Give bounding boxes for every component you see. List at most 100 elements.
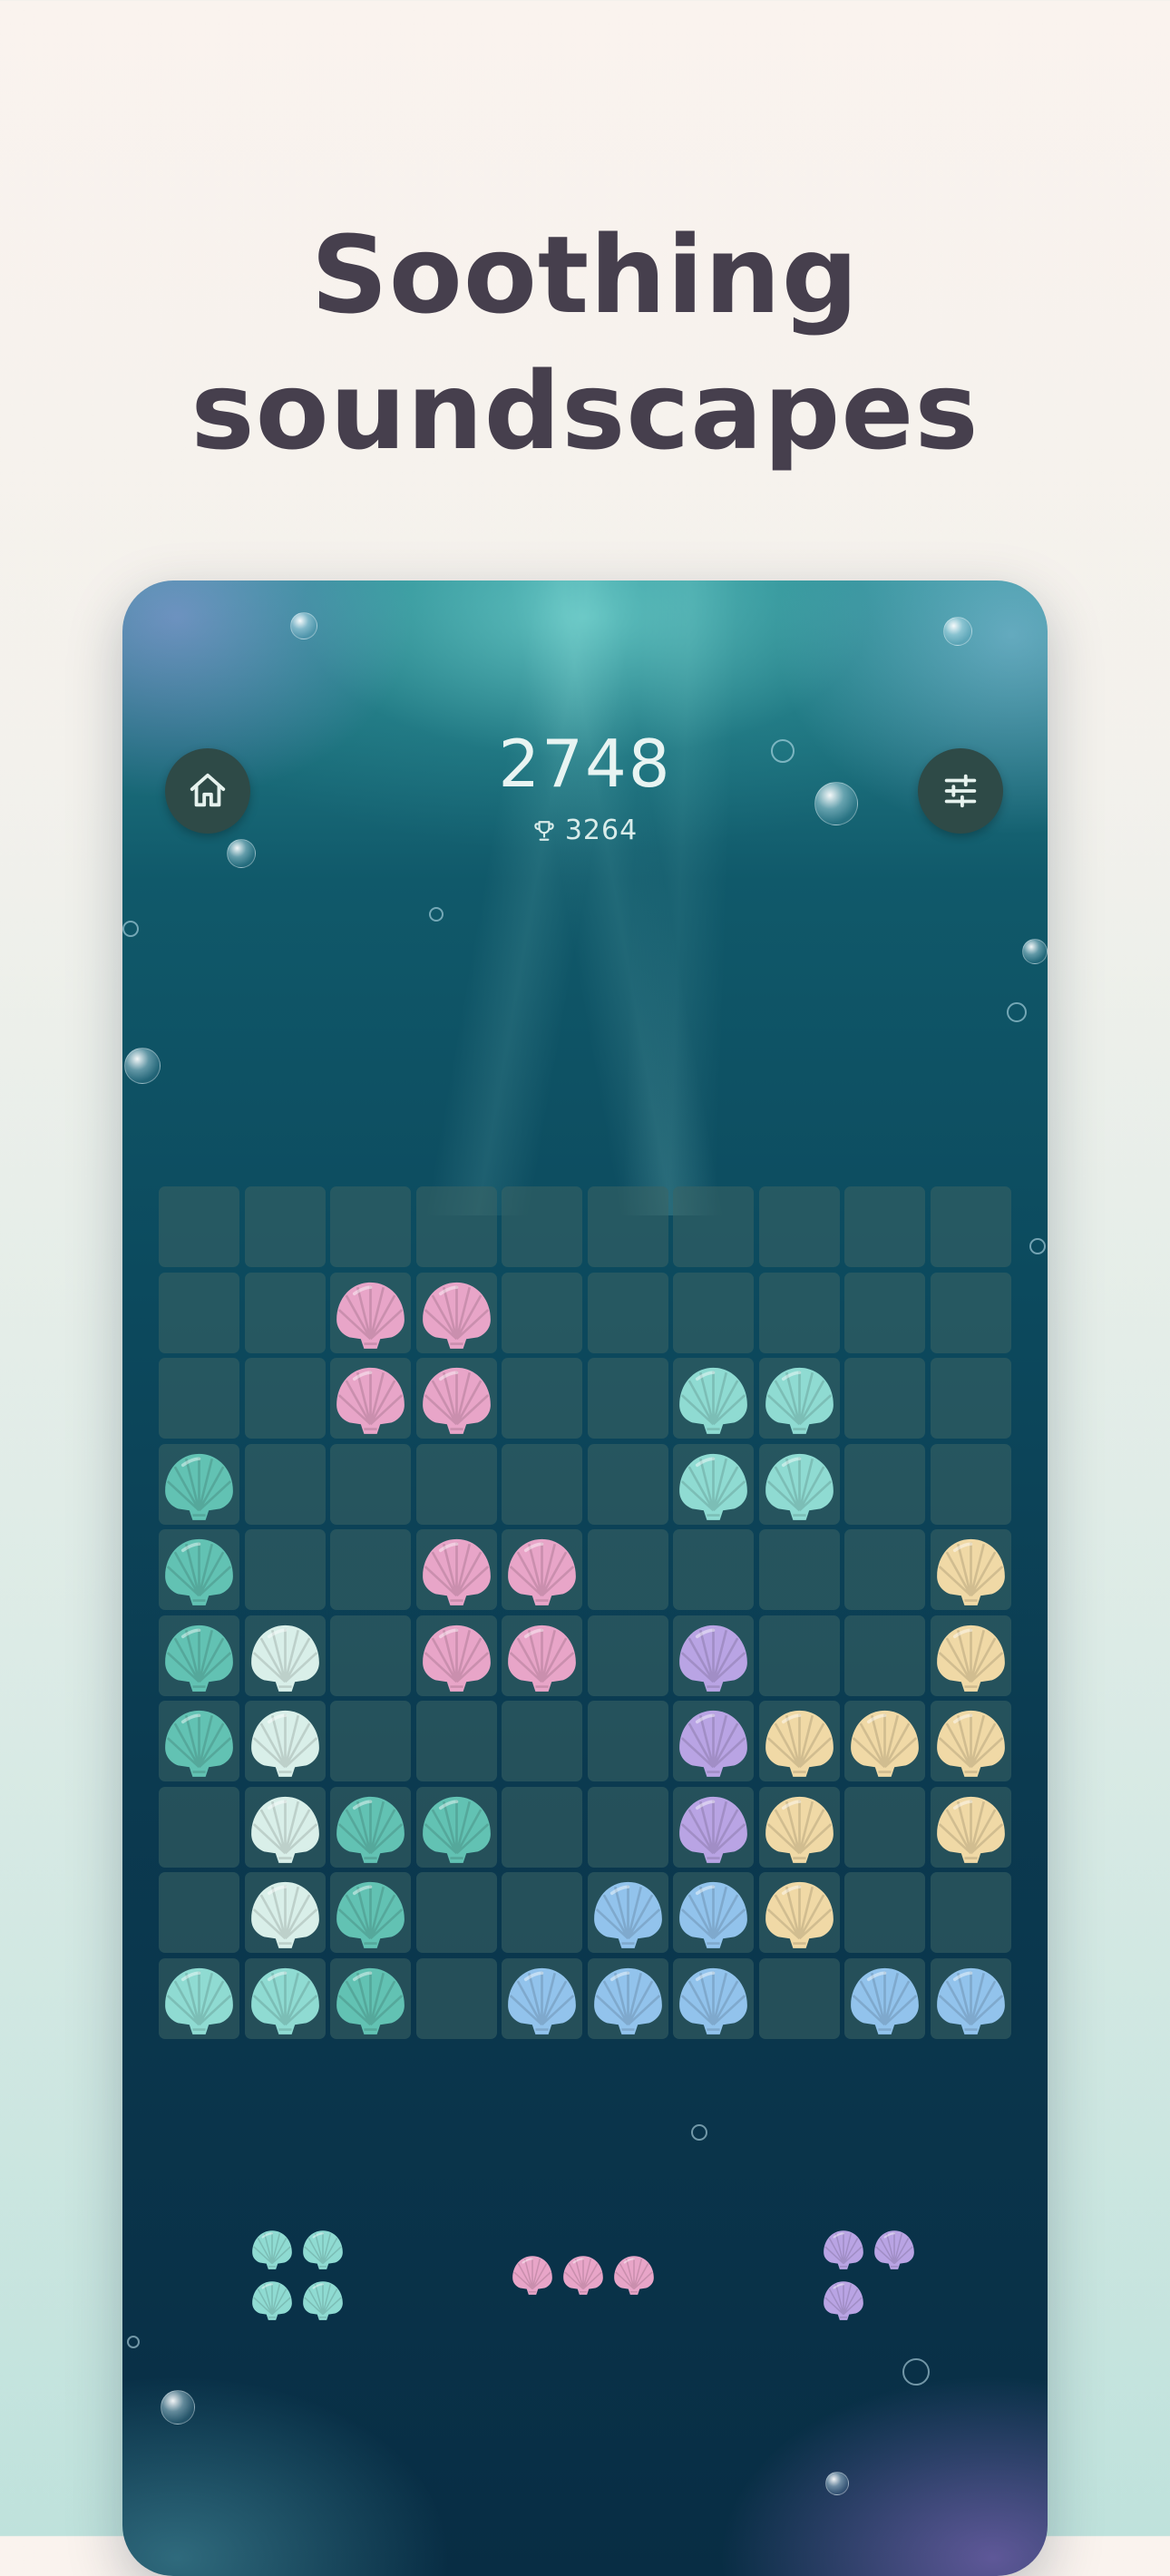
board-cell[interactable] bbox=[758, 1529, 840, 1610]
board-cell[interactable] bbox=[930, 1529, 1011, 1610]
board-cell[interactable] bbox=[587, 1786, 668, 1868]
board-cell[interactable] bbox=[244, 1272, 326, 1353]
board-cell[interactable] bbox=[844, 1358, 925, 1439]
board-cell[interactable] bbox=[844, 1443, 925, 1525]
board-cell[interactable] bbox=[930, 1615, 1011, 1696]
board-cell[interactable] bbox=[415, 1272, 497, 1353]
board-cell[interactable] bbox=[587, 1872, 668, 1953]
board-cell[interactable] bbox=[930, 1186, 1011, 1267]
board-cell[interactable] bbox=[502, 1872, 582, 1953]
board-cell[interactable] bbox=[244, 1615, 326, 1696]
board-cell[interactable] bbox=[502, 1186, 582, 1267]
board-cell[interactable] bbox=[415, 1701, 497, 1781]
board-cell[interactable] bbox=[159, 1443, 239, 1525]
board-cell[interactable] bbox=[330, 1701, 411, 1781]
board-cell[interactable] bbox=[844, 1186, 925, 1267]
board-cell[interactable] bbox=[673, 1701, 754, 1781]
board-cell[interactable] bbox=[415, 1443, 497, 1525]
board-cell[interactable] bbox=[930, 1786, 1011, 1868]
board-cell[interactable] bbox=[844, 1701, 925, 1781]
board-cell[interactable] bbox=[244, 1786, 326, 1868]
board-cell[interactable] bbox=[244, 1529, 326, 1610]
board-cell[interactable] bbox=[244, 1443, 326, 1525]
board-cell[interactable] bbox=[415, 1872, 497, 1953]
board-cell[interactable] bbox=[844, 1529, 925, 1610]
board-cell[interactable] bbox=[587, 1186, 668, 1267]
tray-piece[interactable] bbox=[509, 2251, 661, 2302]
board-cell[interactable] bbox=[502, 1786, 582, 1868]
board-cell[interactable] bbox=[502, 1957, 582, 2039]
board-cell[interactable] bbox=[159, 1786, 239, 1868]
board-cell[interactable] bbox=[159, 1701, 239, 1781]
tray-piece[interactable] bbox=[249, 2226, 350, 2327]
board-cell[interactable] bbox=[587, 1358, 668, 1439]
board-cell[interactable] bbox=[587, 1615, 668, 1696]
board-cell[interactable] bbox=[159, 1529, 239, 1610]
board-cell[interactable] bbox=[758, 1701, 840, 1781]
board-cell[interactable] bbox=[159, 1615, 239, 1696]
board-cell[interactable] bbox=[159, 1358, 239, 1439]
board-cell[interactable] bbox=[930, 1443, 1011, 1525]
board-cell[interactable] bbox=[159, 1957, 239, 2039]
tray-piece[interactable] bbox=[820, 2226, 921, 2327]
board-cell[interactable] bbox=[587, 1701, 668, 1781]
board-cell[interactable] bbox=[930, 1872, 1011, 1953]
board-cell[interactable] bbox=[330, 1272, 411, 1353]
board-cell[interactable] bbox=[673, 1358, 754, 1439]
board-cell[interactable] bbox=[415, 1186, 497, 1267]
board-cell[interactable] bbox=[415, 1358, 497, 1439]
board-cell[interactable] bbox=[159, 1272, 239, 1353]
settings-button[interactable] bbox=[918, 748, 1003, 834]
board-cell[interactable] bbox=[673, 1957, 754, 2039]
board-cell[interactable] bbox=[673, 1615, 754, 1696]
board-cell[interactable] bbox=[587, 1272, 668, 1353]
board-cell[interactable] bbox=[673, 1272, 754, 1353]
board-cell[interactable] bbox=[758, 1358, 840, 1439]
board-cell[interactable] bbox=[844, 1872, 925, 1953]
board-cell[interactable] bbox=[244, 1701, 326, 1781]
board-cell[interactable] bbox=[244, 1186, 326, 1267]
board-cell[interactable] bbox=[844, 1272, 925, 1353]
board-cell[interactable] bbox=[244, 1358, 326, 1439]
board-cell[interactable] bbox=[758, 1443, 840, 1525]
board-cell[interactable] bbox=[159, 1186, 239, 1267]
board-cell[interactable] bbox=[758, 1957, 840, 2039]
board-cell[interactable] bbox=[330, 1957, 411, 2039]
board-cell[interactable] bbox=[844, 1615, 925, 1696]
board-cell[interactable] bbox=[502, 1529, 582, 1610]
board-cell[interactable] bbox=[587, 1529, 668, 1610]
board-cell[interactable] bbox=[330, 1786, 411, 1868]
board-cell[interactable] bbox=[930, 1272, 1011, 1353]
board-cell[interactable] bbox=[159, 1872, 239, 1953]
board-cell[interactable] bbox=[758, 1786, 840, 1868]
board-cell[interactable] bbox=[502, 1443, 582, 1525]
board-cell[interactable] bbox=[758, 1872, 840, 1953]
board-cell[interactable] bbox=[758, 1272, 840, 1353]
board-cell[interactable] bbox=[844, 1786, 925, 1868]
board-cell[interactable] bbox=[330, 1615, 411, 1696]
board-cell[interactable] bbox=[330, 1529, 411, 1610]
board-cell[interactable] bbox=[673, 1443, 754, 1525]
board-cell[interactable] bbox=[244, 1872, 326, 1953]
board-cell[interactable] bbox=[415, 1615, 497, 1696]
board-cell[interactable] bbox=[415, 1957, 497, 2039]
board-cell[interactable] bbox=[502, 1272, 582, 1353]
board-cell[interactable] bbox=[330, 1443, 411, 1525]
board-cell[interactable] bbox=[930, 1957, 1011, 2039]
board-cell[interactable] bbox=[673, 1786, 754, 1868]
board-cell[interactable] bbox=[673, 1872, 754, 1953]
board-cell[interactable] bbox=[415, 1529, 497, 1610]
board-cell[interactable] bbox=[244, 1957, 326, 2039]
board-cell[interactable] bbox=[587, 1443, 668, 1525]
board-cell[interactable] bbox=[758, 1615, 840, 1696]
board-cell[interactable] bbox=[587, 1957, 668, 2039]
board-cell[interactable] bbox=[502, 1701, 582, 1781]
board-cell[interactable] bbox=[673, 1529, 754, 1610]
board-cell[interactable] bbox=[673, 1186, 754, 1267]
board-cell[interactable] bbox=[415, 1786, 497, 1868]
board-cell[interactable] bbox=[758, 1186, 840, 1267]
board-cell[interactable] bbox=[330, 1872, 411, 1953]
board-cell[interactable] bbox=[930, 1358, 1011, 1439]
game-board[interactable] bbox=[159, 1186, 1013, 2041]
board-cell[interactable] bbox=[330, 1186, 411, 1267]
